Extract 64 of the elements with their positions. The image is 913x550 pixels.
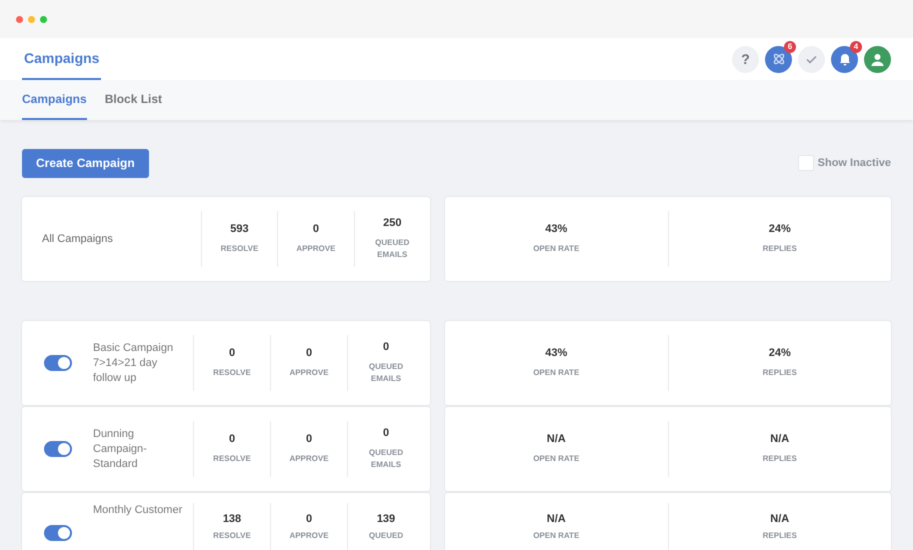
atom-icon <box>772 52 786 66</box>
stat-value: 0 <box>228 347 236 359</box>
close-dot[interactable] <box>16 16 23 22</box>
toggle-switch[interactable] <box>44 441 72 457</box>
bell-icon <box>838 52 850 66</box>
stat-value: 0 <box>228 433 236 445</box>
stat-value: N/A <box>546 513 566 525</box>
stat-value: 138 <box>222 513 242 525</box>
checkbox-label: Show Inactive <box>818 157 891 169</box>
stat-label: APPROVE <box>288 453 330 465</box>
tab[interactable]: Campaigns <box>22 80 87 120</box>
stat-value: 24% <box>768 223 791 235</box>
stat-label: OPEN RATE <box>533 367 580 379</box>
check-icon <box>806 54 817 64</box>
user-icon <box>871 52 884 66</box>
stat-label: OPEN RATE <box>533 530 580 542</box>
stat-label: APPROVE <box>288 367 330 379</box>
toggle-switch[interactable] <box>44 525 72 541</box>
stat-value: 43% <box>545 347 568 359</box>
stat-label: RESOLVE <box>212 453 252 465</box>
stat-value: N/A <box>546 433 566 445</box>
stat-label: REPLIES <box>762 243 797 255</box>
stat-value: 0 <box>382 341 390 353</box>
stat-label: RESOLVE <box>212 367 252 379</box>
stat-value: 0 <box>306 347 312 359</box>
stat-label: OPEN RATE <box>533 243 580 255</box>
stat-value: 0 <box>306 513 312 525</box>
stat-label: APPROVE <box>288 530 330 542</box>
stat-value: 24% <box>768 347 791 359</box>
stat-label: REPLIES <box>762 530 797 542</box>
stat-label: QUEUED EMAILS <box>368 447 404 471</box>
toggle-switch[interactable] <box>44 355 72 371</box>
stat-label: RESOLVE <box>220 243 260 255</box>
stat-label: RESOLVE <box>212 530 252 542</box>
help-button[interactable]: ? <box>732 46 759 72</box>
stat-value: 0 <box>382 427 390 439</box>
stat-label: QUEUED EMAILS <box>374 237 410 261</box>
stat-value: 43% <box>545 223 568 235</box>
count-badge: 6 <box>784 40 796 52</box>
create-campaign-button[interactable]: Create Campaign <box>22 148 149 178</box>
campaign-name: All Campaigns <box>41 233 114 245</box>
campaign-name[interactable]: Basic Campaign 7>14>21 day follow up <box>93 340 193 386</box>
stat-value: 593 <box>230 223 249 235</box>
stat-value: 0 <box>312 223 319 235</box>
tab[interactable]: Block List <box>104 80 162 120</box>
stat-label: REPLIES <box>762 367 797 379</box>
stat-value: 0 <box>306 433 312 445</box>
campaign-name[interactable]: Dunning Campaign-Standard <box>93 426 193 472</box>
stat-label: QUEUED <box>368 530 404 542</box>
minimize-dot[interactable] <box>28 16 35 22</box>
campaign-name[interactable]: Monthly Customer <box>93 503 193 518</box>
avatar-button[interactable] <box>864 46 891 72</box>
stat-label: OPEN RATE <box>533 453 580 465</box>
stat-value: 139 <box>376 513 396 525</box>
stat-label: QUEUED EMAILS <box>368 361 404 385</box>
stat-label: APPROVE <box>295 243 336 255</box>
stat-value: N/A <box>770 513 790 525</box>
notifications-button[interactable] <box>831 46 858 72</box>
stat-value: N/A <box>770 433 790 445</box>
check-button[interactable] <box>798 46 825 72</box>
maximize-dot[interactable] <box>40 16 47 22</box>
stat-label: REPLIES <box>762 453 797 465</box>
stat-value: 250 <box>383 217 402 229</box>
count-badge: 4 <box>850 40 862 52</box>
